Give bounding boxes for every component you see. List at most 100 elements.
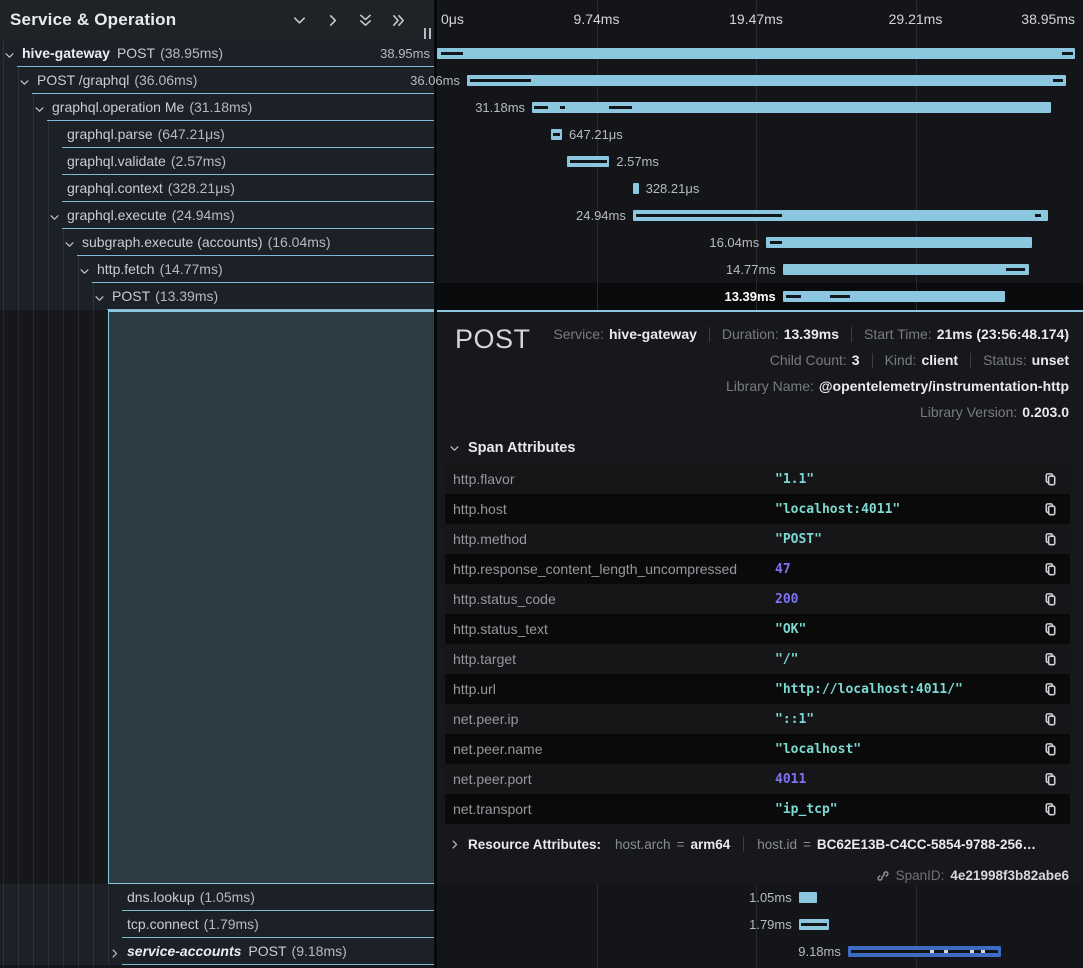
copy-value-button[interactable]: [1041, 620, 1060, 639]
resource-attributes-toggle[interactable]: Resource Attributes:host.arch=arm64host.…: [449, 836, 1070, 852]
attribute-value: "/": [775, 652, 1041, 667]
span-tree-row[interactable]: service-accountsPOST(9.18ms): [0, 938, 434, 965]
span-bar-duration-label: 647.21μs: [569, 121, 623, 148]
copy-value-button[interactable]: [1041, 680, 1060, 699]
span-duration: (647.21μs): [158, 126, 225, 142]
attribute-row: http.host"localhost:4011": [445, 494, 1070, 524]
child-span-mark: [830, 295, 850, 298]
span-attributes-toggle[interactable]: Span Attributes: [449, 440, 575, 456]
ruler-tick-label: 29.21ms: [889, 11, 943, 27]
span-tree-row[interactable]: http.fetch(14.77ms): [0, 256, 434, 283]
span-detail-panel: POST Service:hive-gatewayDuration:13.39m…: [437, 310, 1083, 884]
child-span-mark: [1035, 214, 1041, 217]
expand-chevron-down-icon[interactable]: [94, 291, 105, 309]
attribute-value: "1.1": [775, 472, 1041, 487]
span-bar[interactable]: [783, 264, 1029, 275]
child-span-mark: [534, 106, 548, 109]
copy-value-button[interactable]: [1041, 470, 1060, 489]
span-bar-duration-label: 328.21μs: [646, 175, 700, 202]
service-operation-header: Service & Operation: [0, 0, 434, 40]
span-name: graphql.execute(24.94ms): [67, 202, 235, 229]
chevron-down-icon: [94, 293, 105, 304]
span-bar[interactable]: [467, 75, 1066, 86]
chevron-right-button[interactable]: [320, 8, 344, 32]
span-tree-row[interactable]: graphql.execute(24.94ms): [0, 202, 434, 229]
double-chevron-down-button[interactable]: [353, 8, 377, 32]
span-duration: (24.94ms): [172, 207, 235, 223]
span-tree-row[interactable]: dns.lookup(1.05ms): [0, 884, 434, 911]
attribute-key: http.response_content_length_uncompresse…: [453, 561, 775, 577]
copy-value-button[interactable]: [1041, 740, 1060, 759]
attribute-value: "::1": [775, 712, 1041, 727]
copy-value-button[interactable]: [1041, 560, 1060, 579]
copy-value-button[interactable]: [1041, 800, 1060, 819]
span-attributes-table: http.flavor"1.1"http.host"localhost:4011…: [445, 464, 1070, 824]
attribute-row: http.status_text"OK": [445, 614, 1070, 644]
span-duration: (1.79ms): [204, 916, 259, 932]
copy-value-button[interactable]: [1041, 530, 1060, 549]
expand-chevron-down-icon[interactable]: [49, 210, 60, 228]
span-name: tcp.connect(1.79ms): [127, 911, 259, 938]
span-name: dns.lookup(1.05ms): [127, 884, 255, 911]
span-bar-duration-label: 24.94ms: [576, 202, 626, 229]
copy-value-button[interactable]: [1041, 500, 1060, 519]
detail-meta-label: Service:: [553, 326, 604, 342]
copy-icon: [1043, 742, 1058, 757]
service-name: service-accounts: [127, 943, 241, 959]
span-tree-row[interactable]: subgraph.execute (accounts)(16.04ms): [0, 229, 434, 256]
resource-key: host.id: [757, 837, 797, 852]
copy-value-button[interactable]: [1041, 650, 1060, 669]
expand-chevron-down-icon[interactable]: [4, 48, 15, 66]
span-tree-row[interactable]: graphql.validate(2.57ms): [0, 148, 434, 175]
span-bar[interactable]: [783, 291, 1005, 302]
attribute-row: net.peer.name"localhost": [445, 734, 1070, 764]
span-duration: (2.57ms): [171, 153, 226, 169]
expand-chevron-down-icon[interactable]: [19, 75, 30, 93]
copy-icon: [1043, 682, 1058, 697]
chevron-right-icon: [449, 839, 460, 850]
attribute-row: http.url"http://localhost:4011/": [445, 674, 1070, 704]
resource-value: arm64: [690, 837, 730, 852]
span-tree-row[interactable]: tcp.connect(1.79ms): [0, 911, 434, 938]
span-bar-duration-label: 14.77ms: [726, 256, 776, 283]
span-tree-row[interactable]: hive-gatewayPOST(38.95ms): [0, 40, 434, 67]
span-tree-row[interactable]: POST /graphql(36.06ms): [0, 67, 434, 94]
expand-chevron-right-icon[interactable]: [109, 946, 120, 964]
double-chevron-right-button[interactable]: [386, 8, 410, 32]
detail-meta-value: unset: [1032, 352, 1069, 368]
span-bar[interactable]: [799, 892, 817, 903]
panel-resize-grip[interactable]: [424, 28, 431, 39]
attribute-key: http.method: [453, 531, 775, 547]
copy-icon: [1043, 592, 1058, 607]
attribute-row: net.transport"ip_tcp": [445, 794, 1070, 824]
span-bar-duration-label: 2.57ms: [616, 148, 659, 175]
span-bar[interactable]: [766, 237, 1032, 248]
span-bar[interactable]: [633, 183, 639, 194]
link-icon: [876, 869, 890, 883]
copy-value-button[interactable]: [1041, 590, 1060, 609]
span-tree-row[interactable]: POST(13.39ms): [0, 283, 434, 310]
chevron-right-icon: [325, 13, 340, 28]
deep-link-button[interactable]: [876, 869, 890, 883]
expand-chevron-down-icon[interactable]: [64, 237, 75, 255]
ruler-tick-label: 19.47ms: [729, 11, 783, 27]
ruler-tick-label: 38.95ms: [1021, 11, 1075, 27]
child-span-mark: [609, 106, 631, 109]
span-tree-row[interactable]: graphql.context(328.21μs): [0, 175, 434, 202]
child-span-mark: [553, 133, 560, 136]
child-span-mark: [851, 950, 998, 953]
span-tree-row[interactable]: graphql.operation Me(31.18ms): [0, 94, 434, 121]
child-span-mark: [441, 52, 463, 55]
expand-chevron-down-icon[interactable]: [79, 264, 90, 282]
ruler-tick-label: 9.74ms: [574, 11, 620, 27]
chevron-down-button[interactable]: [287, 8, 311, 32]
span-tree-row[interactable]: graphql.parse(647.21μs): [0, 121, 434, 148]
span-bar[interactable]: [437, 48, 1075, 59]
copy-value-button[interactable]: [1041, 710, 1060, 729]
child-span-mark: [570, 160, 607, 163]
expand-chevron-down-icon[interactable]: [34, 102, 45, 120]
span-name: POST /graphql(36.06ms): [37, 67, 197, 94]
span-attributes-label: Span Attributes: [468, 440, 575, 456]
copy-value-button[interactable]: [1041, 770, 1060, 789]
resource-attributes-label: Resource Attributes:: [468, 837, 601, 852]
